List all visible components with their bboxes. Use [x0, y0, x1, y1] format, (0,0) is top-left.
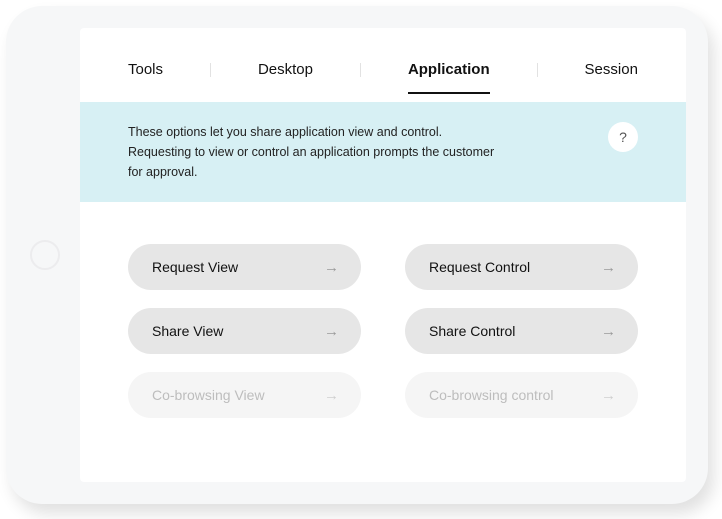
request-view-button[interactable]: Request View → — [128, 244, 361, 290]
button-label: Co-browsing control — [429, 387, 554, 403]
tab-application[interactable]: Application — [408, 61, 490, 94]
button-label: Share Control — [429, 323, 515, 339]
tab-separator — [210, 63, 211, 77]
tab-tools[interactable]: Tools — [128, 61, 163, 94]
share-control-button[interactable]: Share Control → — [405, 308, 638, 354]
arrow-right-icon: → — [601, 259, 616, 276]
app-screen: Tools Desktop Application Session These … — [80, 28, 686, 482]
tablet-home-button[interactable] — [30, 240, 60, 270]
share-view-button[interactable]: Share View → — [128, 308, 361, 354]
actions-grid: Request View → Request Control → Share V… — [80, 202, 686, 446]
button-label: Co-browsing View — [152, 387, 265, 403]
info-banner: These options let you share application … — [80, 102, 686, 202]
arrow-right-icon: → — [324, 259, 339, 276]
tab-bar: Tools Desktop Application Session — [80, 28, 686, 102]
tab-session[interactable]: Session — [585, 61, 638, 94]
button-label: Share View — [152, 323, 223, 339]
button-label: Request View — [152, 259, 238, 275]
tab-separator — [360, 63, 361, 77]
info-banner-text: These options let you share application … — [128, 122, 508, 182]
help-button[interactable]: ? — [608, 122, 638, 152]
request-control-button[interactable]: Request Control → — [405, 244, 638, 290]
arrow-right-icon: → — [324, 323, 339, 340]
arrow-right-icon: → — [601, 387, 616, 404]
button-label: Request Control — [429, 259, 530, 275]
cobrowsing-view-button: Co-browsing View → — [128, 372, 361, 418]
arrow-right-icon: → — [324, 387, 339, 404]
tab-desktop[interactable]: Desktop — [258, 61, 313, 94]
cobrowsing-control-button: Co-browsing control → — [405, 372, 638, 418]
tablet-frame: Tools Desktop Application Session These … — [6, 6, 708, 504]
arrow-right-icon: → — [601, 323, 616, 340]
tab-separator — [537, 63, 538, 77]
